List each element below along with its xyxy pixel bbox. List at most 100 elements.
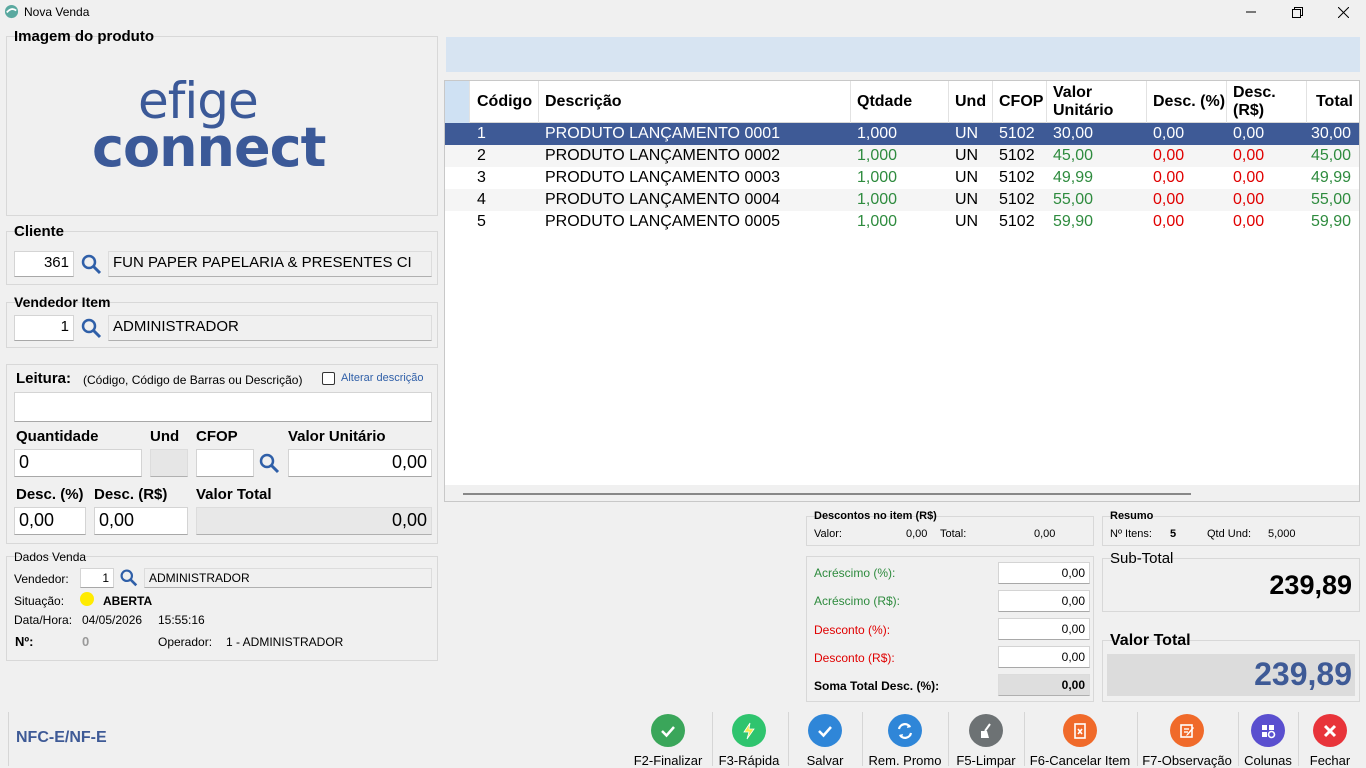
cell-desc-rs: 0,00 bbox=[1233, 169, 1265, 186]
vendedor-item-code-input[interactable]: 1 bbox=[14, 315, 74, 341]
minimize-button[interactable] bbox=[1228, 0, 1274, 24]
col-header-qtdade[interactable]: Qtdade bbox=[851, 81, 949, 123]
edit-note-icon bbox=[1170, 714, 1204, 747]
valor-total-label: Valor Total bbox=[196, 486, 272, 503]
cfop-input[interactable] bbox=[196, 449, 254, 477]
desconto-rs-input[interactable]: 0,00 bbox=[998, 646, 1090, 668]
vendedor-code-input[interactable]: 1 bbox=[80, 568, 114, 588]
alterar-descricao-label[interactable]: Alterar descrição bbox=[341, 372, 424, 384]
numero-value: 0 bbox=[82, 634, 90, 649]
alterar-descricao-checkbox[interactable] bbox=[322, 372, 335, 385]
fechar-button[interactable]: Fechar bbox=[1302, 710, 1358, 768]
toolbar-separator bbox=[1137, 712, 1138, 766]
horizontal-scrollbar[interactable] bbox=[463, 493, 1191, 495]
vendedor-item-search-icon[interactable] bbox=[80, 317, 102, 339]
cell-und: UN bbox=[955, 213, 979, 230]
cfop-label: CFOP bbox=[196, 428, 238, 445]
finalizar-button[interactable]: F2-Finalizar bbox=[630, 710, 706, 768]
col-header-cfop[interactable]: CFOP bbox=[993, 81, 1047, 123]
cell-qtdade: 1,000 bbox=[857, 213, 898, 230]
cell-desc-rs: 0,00 bbox=[1233, 125, 1265, 142]
cliente-code-input[interactable]: 361 bbox=[14, 251, 74, 277]
desc-rs-label: Desc. (R$) bbox=[94, 486, 168, 503]
resumo-itens-value: 5 bbox=[1170, 528, 1177, 540]
lightning-icon bbox=[732, 714, 766, 747]
cell-codigo: 5 bbox=[477, 213, 486, 230]
valor-total-big-label: Valor Total bbox=[1110, 632, 1191, 649]
vendedor-item-title: Vendedor Item bbox=[14, 294, 111, 310]
operador-label: Operador: bbox=[158, 635, 213, 649]
cell-valor-unit: 45,00 bbox=[1053, 147, 1094, 164]
soma-total-field: 0,00 bbox=[998, 674, 1090, 696]
salvar-label: Salvar bbox=[806, 753, 844, 768]
table-row[interactable]: 5 PRODUTO LANÇAMENTO 0005 1,000 UN 5102 … bbox=[445, 211, 1359, 233]
table-row[interactable]: 4 PRODUTO LANÇAMENTO 0004 1,000 UN 5102 … bbox=[445, 189, 1359, 211]
dados-venda-title: Dados Venda bbox=[14, 550, 87, 564]
cell-qtdade: 1,000 bbox=[857, 147, 898, 164]
refresh-icon bbox=[888, 714, 922, 747]
colunas-label: Colunas bbox=[1244, 753, 1292, 768]
table-row[interactable]: 1 PRODUTO LANÇAMENTO 0001 1,000 UN 5102 … bbox=[445, 123, 1359, 145]
col-header-total[interactable]: Total bbox=[1307, 81, 1359, 123]
cell-descricao: PRODUTO LANÇAMENTO 0003 bbox=[545, 169, 781, 186]
valor-unitario-input[interactable]: 0,00 bbox=[288, 449, 432, 477]
rem-promo-button[interactable]: Rem. Promo bbox=[864, 710, 946, 768]
soma-total-label: Soma Total Desc. (%): bbox=[814, 679, 940, 693]
rapida-button[interactable]: F3-Rápida bbox=[714, 710, 784, 768]
product-image-title: Imagem do produto bbox=[14, 28, 154, 45]
close-circle-icon bbox=[1313, 714, 1347, 747]
cell-valor-unit: 30,00 bbox=[1053, 125, 1094, 142]
resumo-itens-label: Nº Itens: bbox=[1110, 528, 1152, 540]
colunas-button[interactable]: Colunas bbox=[1240, 710, 1296, 768]
cliente-search-icon[interactable] bbox=[80, 253, 102, 275]
venda-time: 15:55:16 bbox=[158, 613, 205, 627]
cell-descricao: PRODUTO LANÇAMENTO 0001 bbox=[545, 125, 781, 142]
quantidade-input[interactable]: 0 bbox=[14, 449, 142, 477]
col-header-codigo[interactable]: Código bbox=[471, 81, 539, 123]
cfop-search-icon[interactable] bbox=[258, 452, 280, 474]
cell-desc-pct: 0,00 bbox=[1153, 213, 1185, 230]
items-grid[interactable]: Código Descrição Qtdade Und CFOP Valor U… bbox=[444, 80, 1360, 502]
cell-und: UN bbox=[955, 191, 979, 208]
descontos-total-label: Total: bbox=[940, 528, 967, 540]
cell-und: UN bbox=[955, 125, 979, 142]
cell-total: 30,00 bbox=[1310, 125, 1351, 142]
col-header-und[interactable]: Und bbox=[949, 81, 993, 123]
cell-qtdade: 1,000 bbox=[857, 191, 898, 208]
cancelar-item-button[interactable]: F6-Cancelar Item bbox=[1026, 710, 1134, 768]
col-header-desc-pct[interactable]: Desc. (%) bbox=[1147, 81, 1227, 123]
observacao-button[interactable]: F7-Observação bbox=[1140, 710, 1234, 768]
maximize-button[interactable] bbox=[1274, 0, 1320, 24]
toolbar-separator bbox=[788, 712, 789, 766]
col-header-valor-unitario[interactable]: Valor Unitário bbox=[1047, 81, 1147, 123]
close-icon bbox=[1337, 6, 1349, 18]
cell-desc-rs: 0,00 bbox=[1233, 191, 1265, 208]
desc-rs-input[interactable]: 0,00 bbox=[94, 507, 188, 535]
table-row[interactable]: 3 PRODUTO LANÇAMENTO 0003 1,000 UN 5102 … bbox=[445, 167, 1359, 189]
desc-pct-input[interactable]: 0,00 bbox=[14, 507, 86, 535]
rem-promo-label: Rem. Promo bbox=[868, 753, 942, 768]
cell-qtdade: 1,000 bbox=[857, 169, 898, 186]
salvar-button[interactable]: Salvar bbox=[792, 710, 858, 768]
table-row[interactable]: 2 PRODUTO LANÇAMENTO 0002 1,000 UN 5102 … bbox=[445, 145, 1359, 167]
close-window-button[interactable] bbox=[1320, 0, 1366, 24]
col-header-desc-rs[interactable]: Desc. (R$) bbox=[1227, 81, 1307, 123]
toolbar-separator bbox=[862, 712, 863, 766]
venda-date: 04/05/2026 bbox=[82, 613, 143, 627]
desconto-pct-input[interactable]: 0,00 bbox=[998, 618, 1090, 640]
leitura-input[interactable] bbox=[14, 392, 432, 422]
cell-desc-pct: 0,00 bbox=[1153, 125, 1185, 142]
app-logo-icon bbox=[4, 4, 19, 19]
cell-codigo: 4 bbox=[477, 191, 486, 208]
col-header-descricao[interactable]: Descrição bbox=[539, 81, 851, 123]
acrescimo-rs-input[interactable]: 0,00 bbox=[998, 590, 1090, 612]
fiscal-mode-label: NFC-E/NF-E bbox=[16, 729, 107, 746]
acrescimo-pct-input[interactable]: 0,00 bbox=[998, 562, 1090, 584]
toolbar-separator bbox=[1024, 712, 1025, 766]
vendedor-label: Vendedor: bbox=[14, 572, 69, 586]
acrescimo-pct-label: Acréscimo (%): bbox=[814, 566, 896, 580]
limpar-button[interactable]: F5-Limpar bbox=[950, 710, 1022, 768]
cell-codigo: 1 bbox=[477, 125, 486, 142]
vendedor-search-icon[interactable] bbox=[119, 568, 138, 587]
toolbar-separator bbox=[948, 712, 949, 766]
